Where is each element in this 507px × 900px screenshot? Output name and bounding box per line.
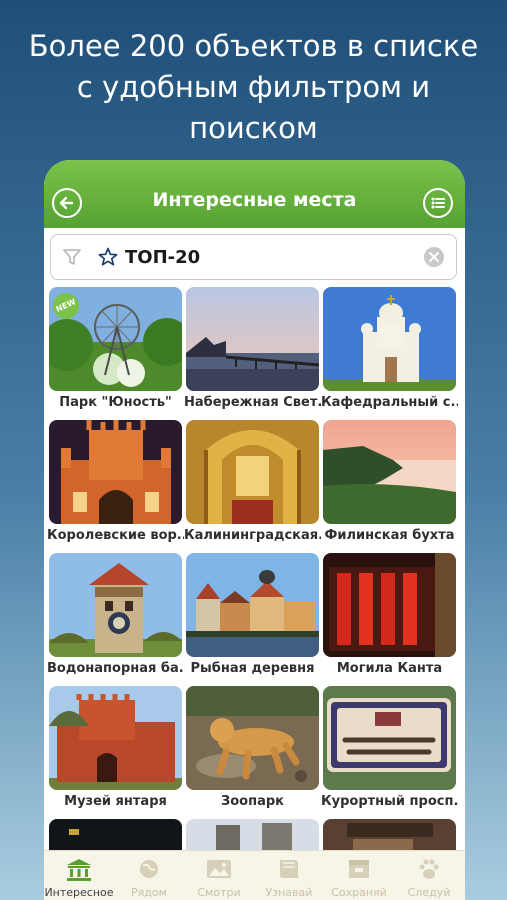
nav-label: Смотри	[197, 886, 241, 899]
nav-item-look[interactable]: Смотри	[184, 851, 254, 900]
nav-item-follow[interactable]: Следуй	[394, 851, 464, 900]
star-icon	[98, 247, 118, 266]
museum-icon	[67, 859, 91, 881]
app-bar: Интересные места	[44, 160, 465, 228]
bottom-navigation: Интересное Рядом Смотри Узнавай Сохраняй…	[44, 850, 465, 900]
promo-line-1: Более 200 объектов в списке	[28, 29, 479, 63]
book-icon	[280, 860, 298, 878]
back-button[interactable]	[52, 188, 82, 218]
list-icon	[431, 197, 445, 209]
place-photo-kant-tomb[interactable]	[323, 553, 456, 657]
nav-label: Рядом	[131, 886, 167, 899]
page-title: Интересные места	[152, 189, 357, 211]
place-caption[interactable]: Могила Канта	[321, 661, 458, 676]
place-caption[interactable]: Зоопарк	[184, 794, 321, 809]
place-photo-amber-museum[interactable]	[49, 686, 182, 790]
place-photo-royal-gate[interactable]	[49, 420, 182, 524]
place-caption[interactable]: Музей янтаря	[47, 794, 184, 809]
nav-label: Следуй	[407, 886, 451, 899]
close-icon	[429, 252, 439, 262]
place-photo-naberezhnaya[interactable]	[186, 287, 319, 391]
paw-icon	[419, 859, 439, 879]
nav-item-nearby[interactable]: Рядом	[114, 851, 184, 900]
back-arrow-icon	[59, 196, 74, 210]
promo-heading: Более 200 объектов в списке с удобным фи…	[0, 26, 507, 149]
search-input[interactable]: ТОП-20	[125, 247, 200, 268]
promo-line-2: с удобным фильтром и	[76, 70, 431, 104]
list-menu-button[interactable]	[423, 188, 453, 218]
filter-icon[interactable]	[61, 246, 83, 268]
place-caption[interactable]: Водонапорная ба...	[47, 661, 184, 676]
place-caption[interactable]: Набережная Свет...	[184, 395, 321, 410]
clear-search-button[interactable]	[424, 247, 444, 267]
place-photo-kaliningrad-cathedral[interactable]	[186, 420, 319, 524]
nav-item-interesting[interactable]: Интересное	[44, 851, 114, 900]
place-photo-fish-village[interactable]	[186, 553, 319, 657]
nav-item-save[interactable]: Сохраняй	[324, 851, 394, 900]
place-photo-park-yunost[interactable]: NEW	[49, 287, 182, 391]
place-photo-filinskaya-bay[interactable]	[323, 420, 456, 524]
nav-item-learn[interactable]: Узнавай	[254, 851, 324, 900]
nav-label: Сохраняй	[331, 886, 387, 899]
place-photo-zoo[interactable]	[186, 686, 319, 790]
place-caption[interactable]: Калининградская...	[184, 528, 321, 543]
place-photo-water-tower[interactable]	[49, 553, 182, 657]
nav-label: Узнавай	[265, 886, 313, 899]
search-bar[interactable]: ТОП-20	[50, 234, 457, 280]
picture-icon	[207, 860, 231, 878]
promo-line-3: поиском	[189, 111, 318, 145]
save-box-icon	[349, 860, 369, 878]
place-caption[interactable]: Кафедральный с...	[321, 395, 458, 410]
place-caption[interactable]: Курортный просп...	[321, 794, 458, 809]
place-photo-kurortny-prospect[interactable]	[323, 686, 456, 790]
place-photo-cathedral[interactable]	[323, 287, 456, 391]
place-caption[interactable]: Королевские вор...	[47, 528, 184, 543]
globe-icon	[140, 860, 158, 878]
place-caption[interactable]: Филинская бухта	[321, 528, 458, 543]
app-screen: Интересные места ТОП-20 NEW Парк "Юность…	[44, 160, 465, 900]
place-caption[interactable]: Парк "Юность"	[47, 395, 184, 410]
place-caption[interactable]: Рыбная деревня	[184, 661, 321, 676]
nav-label: Интересное	[44, 886, 114, 899]
